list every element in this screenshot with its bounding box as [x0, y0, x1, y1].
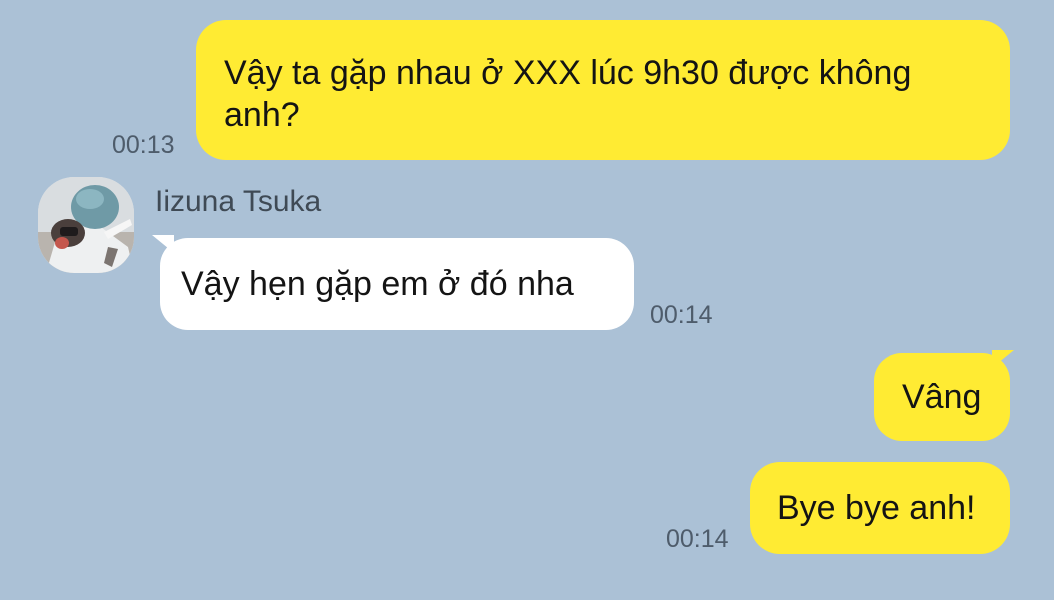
- sender-avatar[interactable]: [38, 177, 134, 273]
- message-text: Vậy ta gặp nhau ở XXX lúc 9h30 được khôn…: [224, 54, 912, 134]
- message-bubble-outgoing[interactable]: Bye bye anh!: [750, 462, 1010, 554]
- message-bubble-incoming[interactable]: Vậy hẹn gặp em ở đó nha: [160, 238, 634, 330]
- message-bubble-outgoing[interactable]: Vậy ta gặp nhau ở XXX lúc 9h30 được khôn…: [196, 20, 1010, 160]
- chat-message-list[interactable]: Vậy ta gặp nhau ở XXX lúc 9h30 được khôn…: [0, 0, 1054, 600]
- avatar-photo-icon: [38, 177, 134, 273]
- message-text: Bye bye anh!: [777, 489, 976, 527]
- message-bubble-outgoing[interactable]: Vâng: [874, 353, 1010, 441]
- message-text: Vâng: [902, 378, 982, 416]
- message-timestamp: 00:13: [112, 131, 175, 159]
- message-timestamp: 00:14: [650, 301, 713, 329]
- message-timestamp: 00:14: [666, 525, 729, 553]
- message-text: Vậy hẹn gặp em ở đó nha: [181, 265, 574, 303]
- sender-name: Iizuna Tsuka: [155, 185, 322, 218]
